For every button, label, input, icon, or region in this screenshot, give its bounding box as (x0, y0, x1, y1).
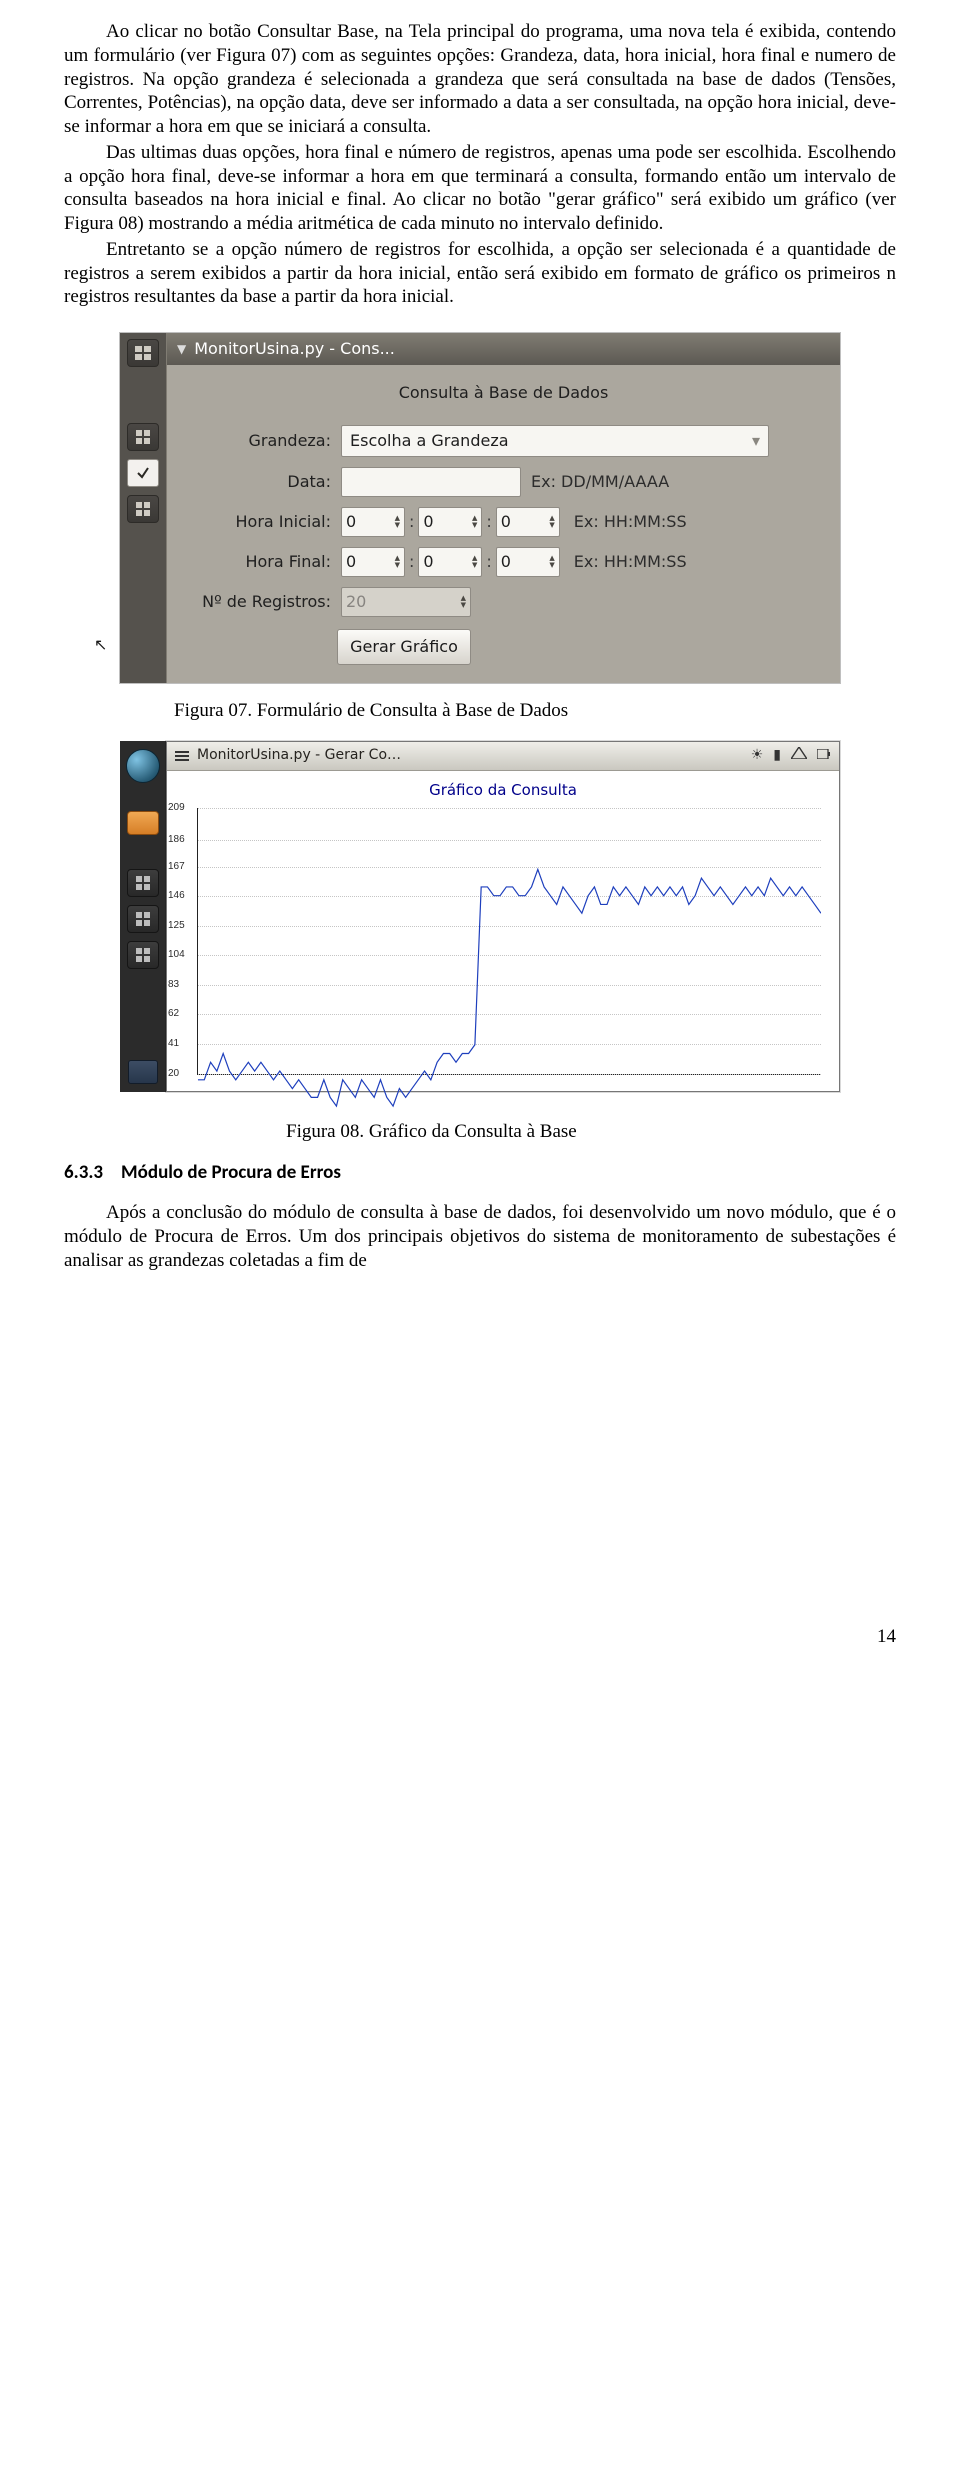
signal-icon: ▮ (773, 747, 781, 765)
nregistros-input: 20▲▼ (341, 587, 471, 617)
para-2: Das ultimas duas opções, hora final e nú… (64, 141, 896, 236)
apps-icon[interactable] (127, 941, 159, 969)
data-input[interactable] (341, 467, 521, 497)
y-tick: 62 (168, 1008, 179, 1021)
y-tick: 186 (168, 834, 185, 847)
para-1-a: Ao clicar no botão Consultar Base, na Te… (64, 21, 896, 137)
apps-icon[interactable] (127, 423, 159, 451)
spinner-arrows-icon: ▲▼ (472, 515, 477, 529)
fig08-title: MonitorUsina.py - Gerar Co… (197, 747, 401, 765)
apps-icon[interactable] (127, 905, 159, 933)
label-grandeza: Grandeza: (181, 431, 331, 451)
people-icon[interactable] (127, 811, 159, 835)
hora-final-example: Ex: HH:MM:SS (574, 552, 687, 572)
para-3: Entretanto se a opção número de registro… (64, 238, 896, 309)
y-tick: 209 (168, 801, 185, 814)
label-hora-final: Hora Final: (181, 552, 331, 572)
spinner-arrows-icon: ▲▼ (549, 555, 554, 569)
para-3-a: Entretanto se a opção número de registro… (64, 239, 896, 308)
label-data: Data: (181, 472, 331, 492)
fig07-caption: Figura 07. Formulário de Consulta à Base… (174, 699, 896, 723)
hora-inicial-mm[interactable]: 0▲▼ (418, 507, 482, 537)
apps-icon-2[interactable] (127, 495, 159, 523)
window-icon[interactable] (128, 1060, 158, 1084)
data-example: Ex: DD/MM/AAAA (531, 472, 669, 492)
fig07-title: MonitorUsina.py - Cons... (194, 339, 395, 359)
spinner-arrows-icon: ▲▼ (461, 595, 466, 609)
menu-triangle-icon: ▼ (177, 342, 186, 357)
figure-07: ▼ MonitorUsina.py - Cons... Consulta à B… (120, 333, 840, 683)
y-tick: 83 (168, 979, 179, 992)
fig07-titlebar[interactable]: ▼ MonitorUsina.py - Cons... (167, 333, 840, 365)
y-tick: 20 (168, 1067, 179, 1080)
hora-final-mm[interactable]: 0▲▼ (418, 547, 482, 577)
fig08-sidebar (120, 741, 166, 1092)
apps-icon[interactable] (127, 869, 159, 897)
spinner-arrows-icon: ▲▼ (549, 515, 554, 529)
y-tick: 167 (168, 860, 185, 873)
hora-final-hh[interactable]: 0▲▼ (341, 547, 405, 577)
figure-08: MonitorUsina.py - Gerar Co… ☀ ▮ Gráfico … (120, 741, 840, 1092)
page-number: 14 (877, 1625, 896, 1649)
fig07-heading: Consulta à Base de Dados (181, 383, 826, 403)
chart-area: 20918616714612510483624120 (197, 808, 821, 1075)
para-1: Ao clicar no botão Consultar Base, na Te… (64, 20, 896, 139)
section-number: 6.3.3 (64, 1161, 103, 1185)
chevron-down-icon: ▾ (752, 431, 760, 451)
label-nregistros: Nº de Registros: (181, 592, 331, 612)
windows-icon[interactable] (127, 339, 159, 367)
y-tick: 125 (168, 919, 185, 932)
brightness-icon: ☀ (751, 747, 764, 765)
fig08-titlebar[interactable]: MonitorUsina.py - Gerar Co… ☀ ▮ (167, 742, 839, 771)
grandeza-value: Escolha a Grandeza (350, 431, 509, 451)
battery-icon (817, 747, 831, 765)
hora-inicial-example: Ex: HH:MM:SS (574, 512, 687, 532)
hora-final-ss[interactable]: 0▲▼ (496, 547, 560, 577)
wifi-icon (791, 747, 807, 765)
cursor-icon: ↖ (94, 635, 107, 655)
globe-icon[interactable] (126, 749, 160, 783)
chart-title: Gráfico da Consulta (167, 771, 839, 804)
y-tick: 104 (168, 949, 185, 962)
spinner-arrows-icon: ▲▼ (395, 555, 400, 569)
gerar-grafico-button[interactable]: Gerar Gráfico (337, 629, 471, 665)
y-tick: 41 (168, 1038, 179, 1051)
para-2-a: Das ultimas duas opções, hora final e nú… (64, 142, 896, 234)
spinner-arrows-icon: ▲▼ (472, 555, 477, 569)
fig07-sidebar (120, 333, 166, 683)
label-hora-inicial: Hora Inicial: (181, 512, 331, 532)
grandeza-select[interactable]: Escolha a Grandeza ▾ (341, 425, 769, 457)
hora-final-checkbox[interactable] (127, 459, 159, 487)
spinner-arrows-icon: ▲▼ (395, 515, 400, 529)
menu-icon (175, 751, 189, 761)
hora-inicial-hh[interactable]: 0▲▼ (341, 507, 405, 537)
y-tick: 146 (168, 890, 185, 903)
hora-inicial-ss[interactable]: 0▲▼ (496, 507, 560, 537)
